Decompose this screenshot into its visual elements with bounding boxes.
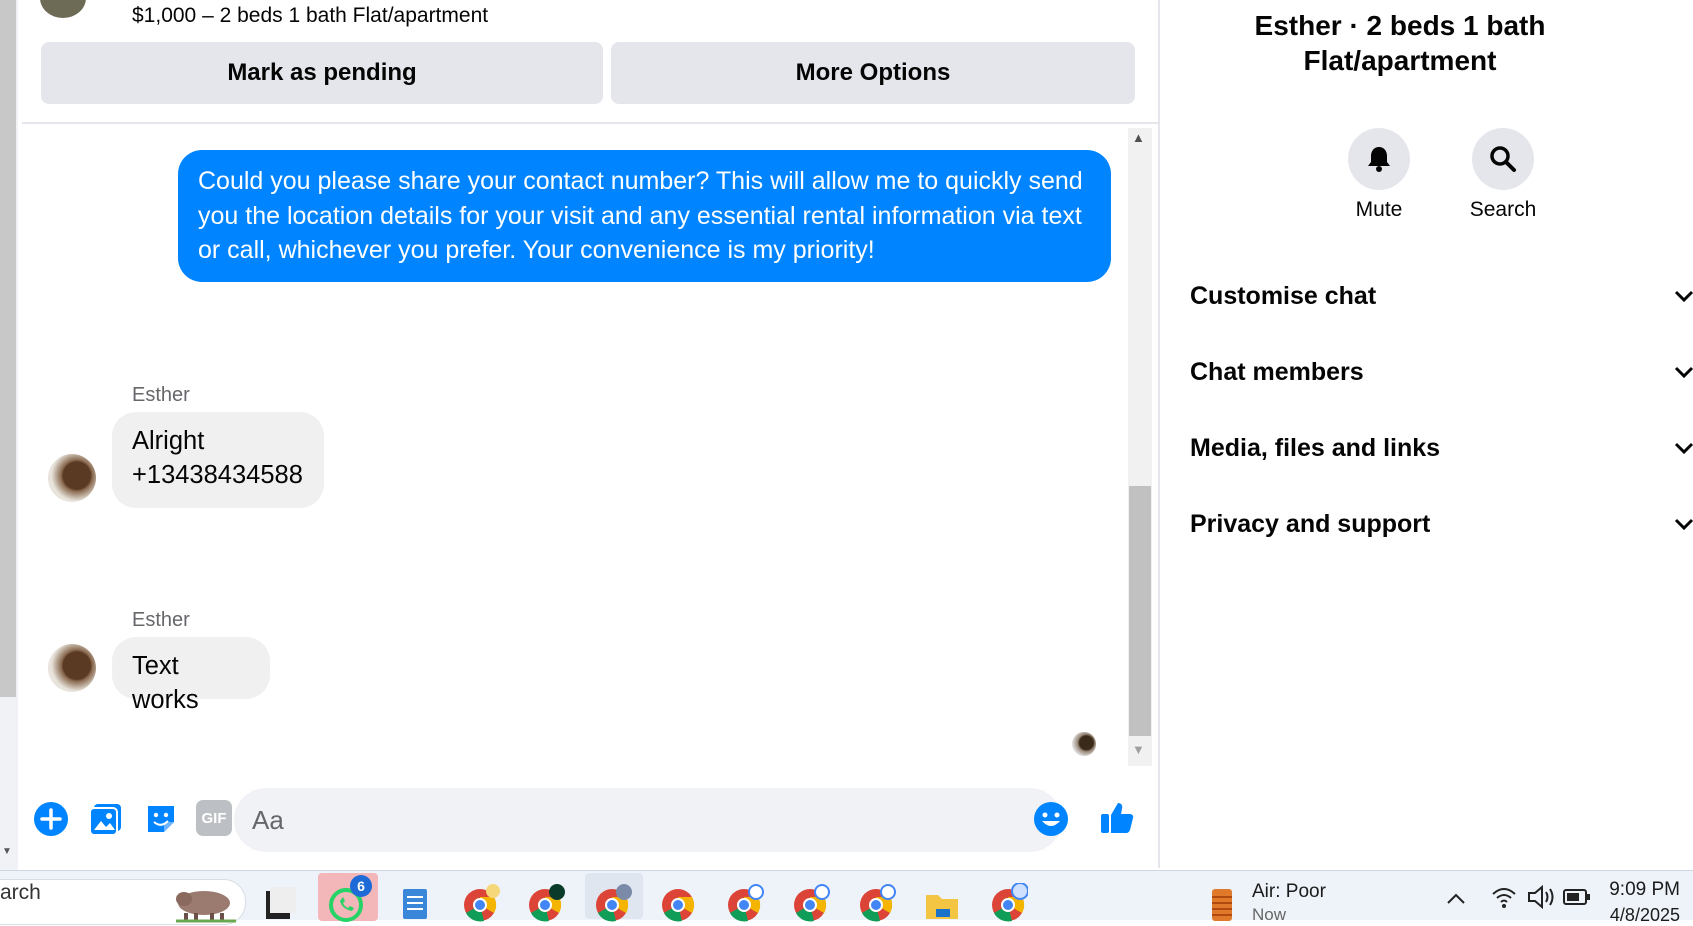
section-label: Media, files and links: [1190, 433, 1441, 462]
thumbs-up-icon[interactable]: [1098, 798, 1136, 836]
clock-date[interactable]: 4/8/2025: [1600, 905, 1680, 926]
animal-widget-icon[interactable]: [172, 883, 240, 923]
chat-panel: $1,000 – 2 beds 1 bath Flat/apartment Ma…: [22, 0, 1158, 868]
sender-name: Esther: [132, 609, 190, 631]
emoji-icon[interactable]: [1032, 800, 1070, 838]
chevron-down-icon: [1674, 518, 1693, 531]
sender-name: Esther: [132, 384, 190, 406]
scroll-down-arrow-icon[interactable]: ▼: [1132, 742, 1145, 757]
chrome-profile-icon[interactable]: [856, 883, 896, 923]
listing-thumbnail[interactable]: [40, 0, 86, 18]
section-chat-members[interactable]: Chat members: [1190, 344, 1693, 400]
incoming-message[interactable]: Alright +13438434588: [112, 412, 324, 508]
listing-header: $1,000 – 2 beds 1 bath Flat/apartment Ma…: [22, 0, 1158, 124]
speaker-icon[interactable]: [1526, 883, 1556, 911]
terminal-icon[interactable]: [262, 883, 302, 923]
thread-title: Esther · 2 beds 1 bath Flat/apartment: [1200, 8, 1600, 78]
chrome-profile-icon[interactable]: [790, 883, 830, 923]
chrome-profile-icon[interactable]: [592, 883, 632, 923]
search-action[interactable]: [1472, 128, 1534, 190]
notification-badge: 6: [350, 875, 372, 897]
mute-action[interactable]: [1348, 128, 1410, 190]
section-privacy-support[interactable]: Privacy and support: [1190, 496, 1693, 552]
file-explorer-icon[interactable]: [922, 883, 962, 923]
conversation-details-panel: Esther · 2 beds 1 bath Flat/apartment Mu…: [1158, 0, 1693, 868]
chrome-icon[interactable]: [658, 883, 698, 923]
notepad-icon[interactable]: [395, 883, 435, 923]
gif-icon[interactable]: GIF: [196, 800, 232, 836]
mute-button[interactable]: [1348, 128, 1410, 190]
section-label: Privacy and support: [1190, 509, 1431, 538]
search-label: Search: [1469, 198, 1537, 221]
taskbar-search-text: arch: [0, 881, 41, 904]
outgoing-message[interactable]: Could you please share your contact numb…: [178, 150, 1111, 282]
section-label: Chat members: [1190, 357, 1364, 386]
clock-time[interactable]: 9:09 PM: [1600, 879, 1680, 901]
scrollbar-thumb[interactable]: [1129, 486, 1151, 736]
avatar[interactable]: [48, 644, 96, 692]
search-icon: [1490, 146, 1516, 172]
thread-title-line: Flat/apartment: [1303, 45, 1497, 76]
section-customise-chat[interactable]: Customise chat: [1190, 268, 1693, 324]
seen-receipt-avatar: [1072, 732, 1096, 756]
chevron-down-icon: [1674, 290, 1693, 303]
photo-icon[interactable]: [87, 800, 125, 838]
message-input[interactable]: [234, 788, 1062, 852]
air-quality-status[interactable]: Air: Poor: [1252, 881, 1326, 903]
chevron-up-icon[interactable]: [1444, 891, 1468, 907]
search-button[interactable]: [1472, 128, 1534, 190]
chevron-down-icon: [1674, 442, 1693, 455]
air-quality-icon[interactable]: [1202, 883, 1242, 923]
thread-title-line: Esther · 2 beds 1 bath: [1254, 10, 1546, 41]
chevron-down-icon: [1674, 366, 1693, 379]
message-composer: GIF: [0, 780, 1136, 860]
section-label: Customise chat: [1190, 281, 1377, 310]
chrome-profile-icon[interactable]: [724, 883, 764, 923]
chrome-profile-icon[interactable]: [988, 883, 1028, 923]
chrome-profile-icon[interactable]: [460, 883, 500, 923]
plus-circle-icon[interactable]: [32, 800, 70, 838]
incoming-message[interactable]: Text works: [112, 637, 270, 714]
bell-icon: [1368, 147, 1390, 172]
sticker-icon[interactable]: [142, 800, 180, 838]
chrome-profile-icon[interactable]: [525, 883, 565, 923]
more-options-button[interactable]: More Options: [611, 42, 1135, 104]
mark-as-pending-button[interactable]: Mark as pending: [41, 42, 603, 104]
section-media-files-links[interactable]: Media, files and links: [1190, 420, 1693, 476]
message-line: Alright: [132, 427, 205, 455]
phone-number: +13438434588: [132, 461, 303, 489]
message-list: Could you please share your contact numb…: [22, 124, 1132, 768]
avatar[interactable]: [48, 454, 96, 502]
wifi-icon[interactable]: [1490, 883, 1518, 911]
air-quality-time: Now: [1252, 905, 1287, 924]
left-scrollbar[interactable]: [0, 0, 16, 697]
listing-title: $1,000 – 2 beds 1 bath Flat/apartment: [132, 4, 489, 27]
mute-label: Mute: [1355, 198, 1403, 221]
scroll-up-arrow-icon[interactable]: ▲: [1132, 130, 1145, 145]
windows-taskbar: arch 6 Air: Poor Now 9:09 PM 4/8/2025: [0, 870, 1693, 925]
battery-icon[interactable]: [1562, 885, 1592, 909]
